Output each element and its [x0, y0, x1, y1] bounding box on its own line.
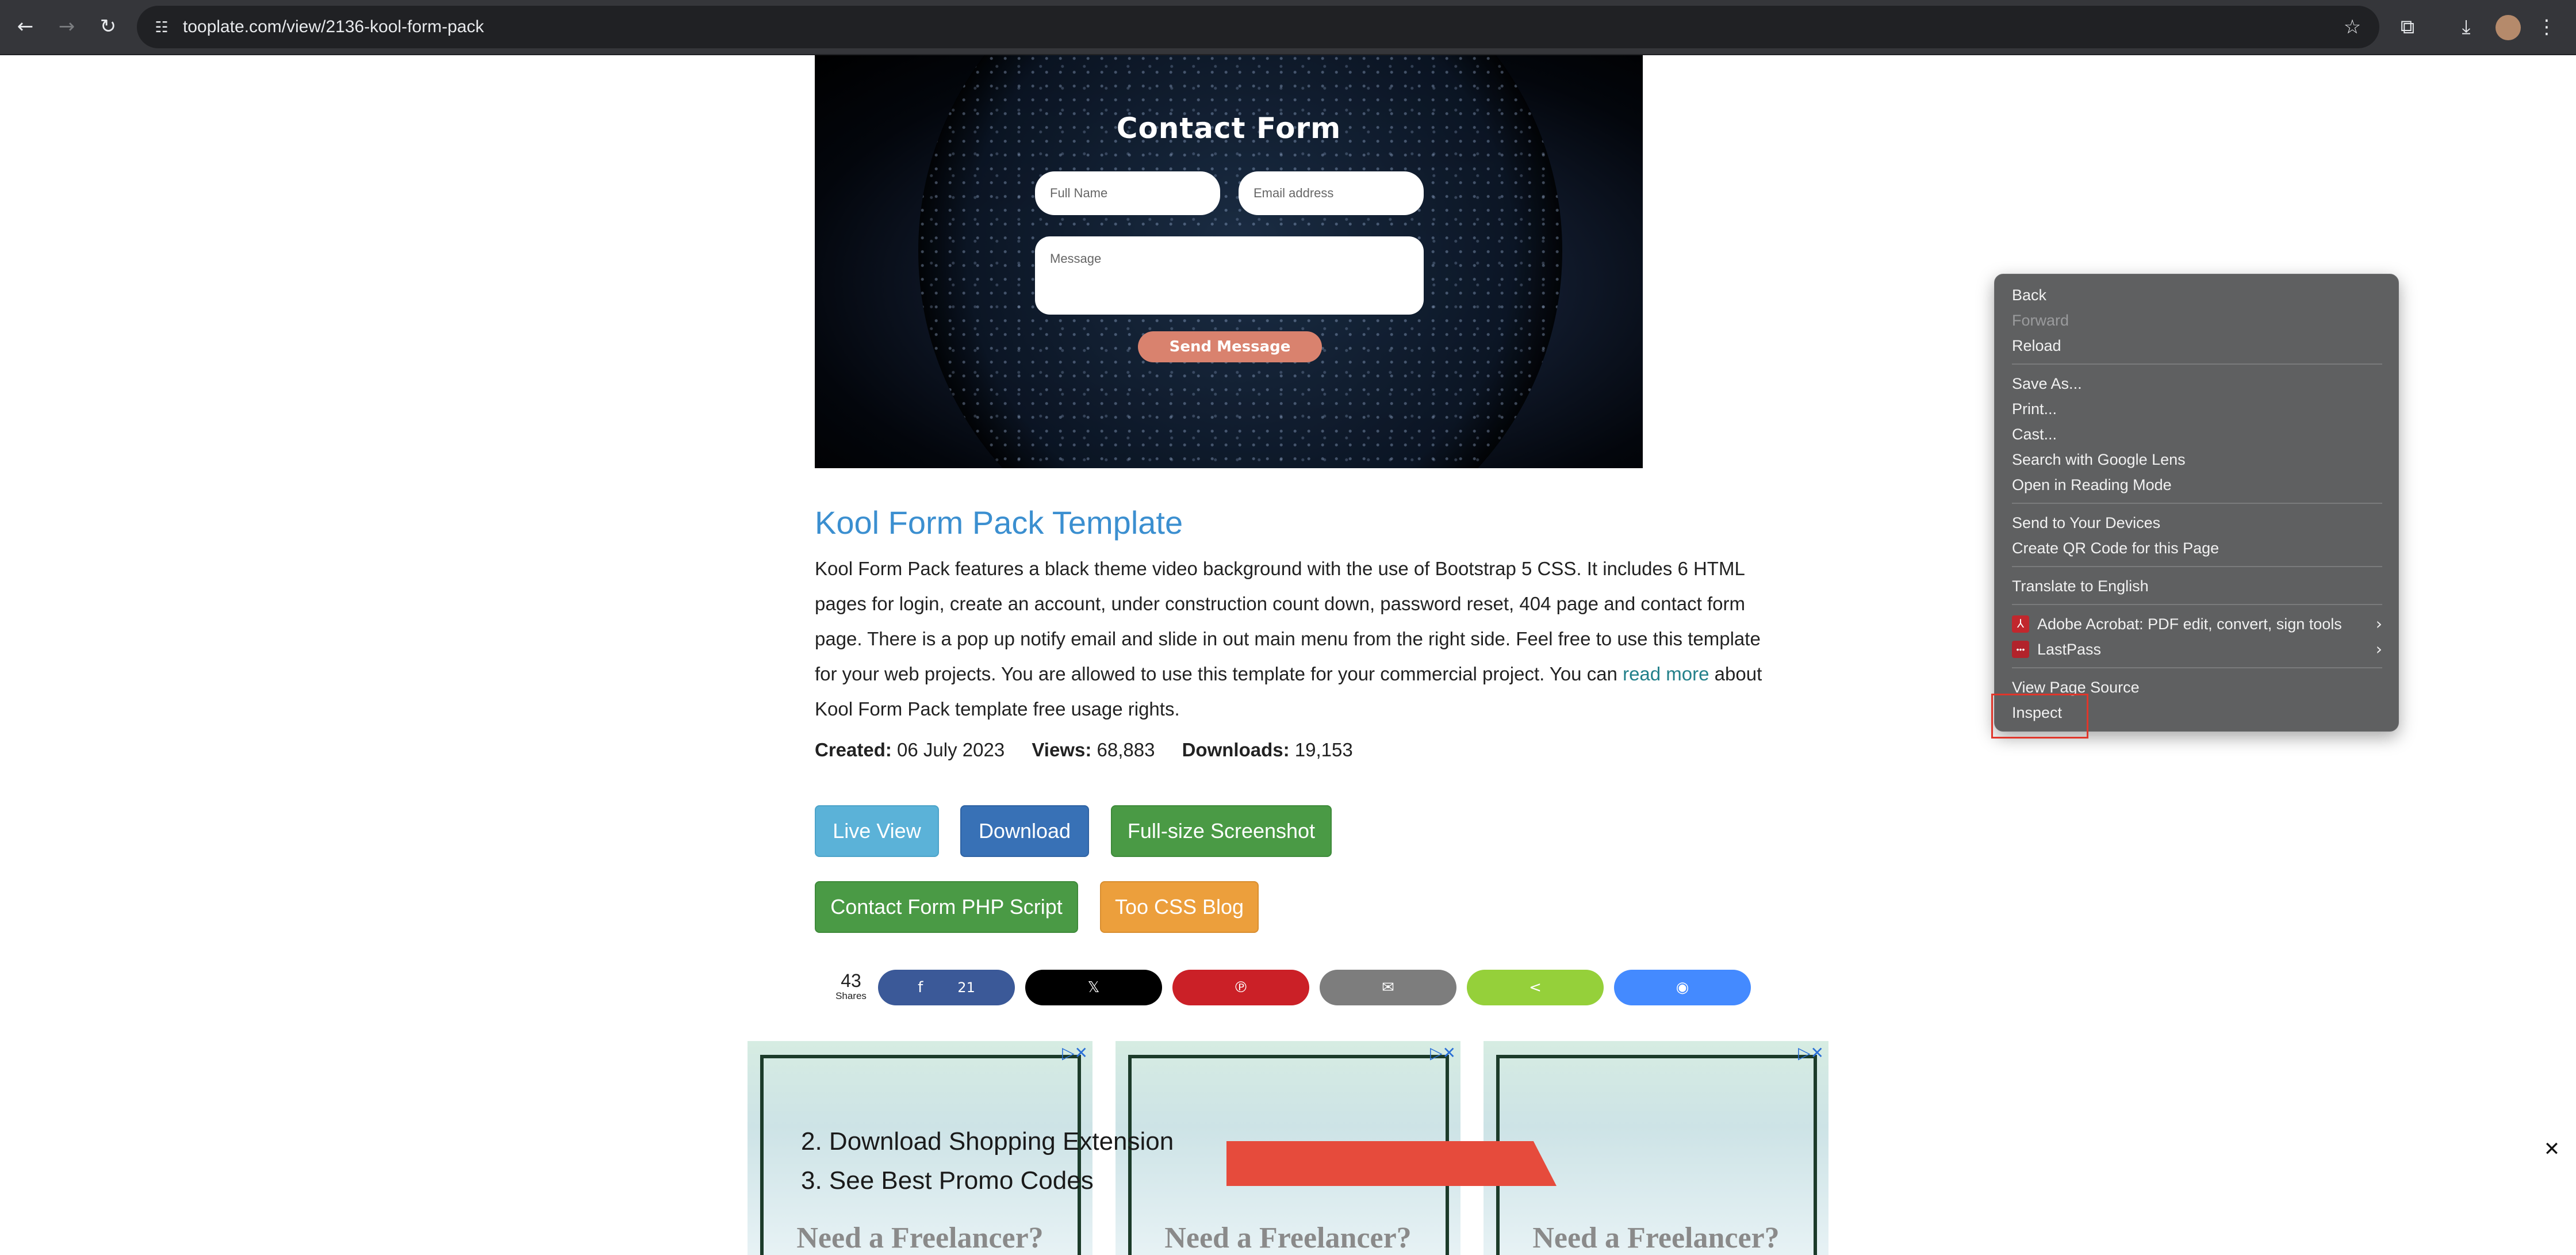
menu-kebab-icon[interactable]: ⋮: [2530, 10, 2563, 44]
menu-item-qr-code[interactable]: Create QR Code for this Page: [2012, 535, 2219, 561]
template-preview-image: Contact Form Full Name Email address Mes…: [815, 55, 1643, 468]
views-label: Views:: [1032, 739, 1092, 760]
download-icon[interactable]: ⤓: [2450, 10, 2483, 44]
created-value: 06 July 2023: [897, 739, 1005, 760]
sharethis-share-button[interactable]: <: [1467, 970, 1604, 1005]
adchoices-icon[interactable]: ▷✕: [1430, 1043, 1456, 1062]
extensions-icon[interactable]: ⧉: [2391, 10, 2424, 44]
created-label: Created:: [815, 739, 892, 760]
promo-text-line: 2. Download Shopping Extension: [801, 1127, 1174, 1155]
back-icon[interactable]: ←: [9, 10, 41, 43]
menu-item-lastpass[interactable]: ••• LastPass ›: [2012, 637, 2382, 662]
adchoices-icon[interactable]: ▷✕: [1798, 1043, 1824, 1062]
download-button[interactable]: Download: [960, 805, 1089, 857]
submenu-arrow-icon: ›: [2375, 614, 2382, 633]
share-count-number: 43: [841, 970, 861, 991]
template-stats: Created: 06 July 2023 Views: 68,883 Down…: [815, 739, 1353, 761]
views-value: 68,883: [1097, 739, 1155, 760]
adobe-acrobat-label: Adobe Acrobat: PDF edit, convert, sign t…: [2037, 615, 2342, 633]
menu-item-cast[interactable]: Cast...: [2012, 422, 2057, 447]
menu-item-reload[interactable]: Reload: [2012, 333, 2061, 358]
x-share-button[interactable]: 𝕏: [1025, 970, 1162, 1005]
menu-item-adobe-acrobat[interactable]: ⅄ Adobe Acrobat: PDF edit, convert, sign …: [2012, 611, 2382, 637]
send-message-button: Send Message: [1138, 331, 1322, 362]
messenger-share-button[interactable]: ◉: [1614, 970, 1751, 1005]
menu-separator: [2012, 503, 2382, 504]
promo-text-line: 3. See Best Promo Codes: [801, 1166, 1094, 1195]
menu-item-save-as[interactable]: Save As...: [2012, 371, 2082, 396]
menu-item-print[interactable]: Print...: [2012, 396, 2057, 422]
x-icon: 𝕏: [1087, 979, 1100, 996]
menu-separator: [2012, 364, 2382, 365]
inspect-highlight-box: [1991, 694, 2088, 739]
adchoices-icon[interactable]: ▷✕: [1062, 1043, 1088, 1062]
email-share-button[interactable]: ✉: [1320, 970, 1456, 1005]
share-icon: <: [1529, 979, 1542, 996]
full-name-field: Full Name: [1035, 171, 1220, 215]
ad-headline: Need a Freelancer?: [796, 1222, 1044, 1254]
messenger-icon: ◉: [1676, 979, 1689, 996]
facebook-share-count: 21: [957, 979, 975, 996]
downloads-value: 19,153: [1294, 739, 1353, 760]
browser-toolbar: ← → ↻ ☷ tooplate.com/view/2136-kool-form…: [0, 0, 2576, 55]
full-size-screenshot-button[interactable]: Full-size Screenshot: [1111, 805, 1332, 857]
address-bar[interactable]: ☷ tooplate.com/view/2136-kool-form-pack …: [137, 6, 2379, 48]
menu-item-send-to-devices[interactable]: Send to Your Devices: [2012, 510, 2160, 535]
site-info-icon[interactable]: ☷: [150, 15, 174, 39]
share-count-label: Shares: [835, 990, 867, 1001]
forward-icon[interactable]: →: [51, 10, 83, 43]
menu-item-reading-mode[interactable]: Open in Reading Mode: [2012, 472, 2172, 498]
url-text[interactable]: tooplate.com/view/2136-kool-form-pack: [183, 16, 484, 38]
read-more-link[interactable]: read more: [1623, 663, 1709, 684]
lastpass-icon: •••: [2012, 640, 2029, 658]
description-text: Kool Form Pack features a black theme vi…: [815, 558, 1761, 684]
share-counter: 43 Shares: [833, 971, 869, 1002]
ad-headline: Need a Freelancer?: [1532, 1222, 1780, 1254]
profile-avatar[interactable]: [2496, 15, 2521, 40]
live-view-button[interactable]: Live View: [815, 805, 939, 857]
email-field: Email address: [1239, 171, 1424, 215]
adobe-acrobat-icon: ⅄: [2012, 615, 2029, 633]
page-title: Kool Form Pack Template: [815, 504, 1183, 541]
submenu-arrow-icon: ›: [2375, 640, 2382, 659]
menu-item-translate[interactable]: Translate to English: [2012, 573, 2149, 599]
facebook-icon: f: [918, 979, 923, 996]
menu-separator: [2012, 604, 2382, 605]
menu-separator: [2012, 667, 2382, 668]
contact-form-php-script-button[interactable]: Contact Form PHP Script: [815, 881, 1078, 933]
pinterest-share-button[interactable]: ℗: [1172, 970, 1309, 1005]
menu-item-google-lens[interactable]: Search with Google Lens: [2012, 447, 2186, 472]
template-description: Kool Form Pack features a black theme vi…: [815, 551, 1769, 726]
promo-cta-bar[interactable]: [1226, 1141, 1557, 1186]
reload-icon[interactable]: ↻: [92, 10, 124, 43]
close-ad-icon[interactable]: ✕: [2542, 1138, 2562, 1161]
menu-separator: [2012, 566, 2382, 567]
bookmark-star-icon[interactable]: ☆: [2337, 12, 2368, 43]
lastpass-label: LastPass: [2037, 641, 2102, 658]
email-icon: ✉: [1382, 979, 1394, 996]
too-css-blog-button[interactable]: Too CSS Blog: [1100, 881, 1259, 933]
message-field: Message: [1035, 236, 1424, 315]
downloads-label: Downloads:: [1182, 739, 1290, 760]
menu-item-forward[interactable]: Forward: [2012, 308, 2069, 333]
ad-headline: Need a Freelancer?: [1164, 1222, 1412, 1254]
context-menu: Back Forward Reload Save As... Print... …: [1994, 274, 2399, 732]
menu-item-back[interactable]: Back: [2012, 282, 2046, 308]
facebook-share-button[interactable]: f 21: [878, 970, 1015, 1005]
contact-form-title: Contact Form: [1116, 112, 1341, 145]
pinterest-icon: ℗: [1233, 979, 1248, 996]
